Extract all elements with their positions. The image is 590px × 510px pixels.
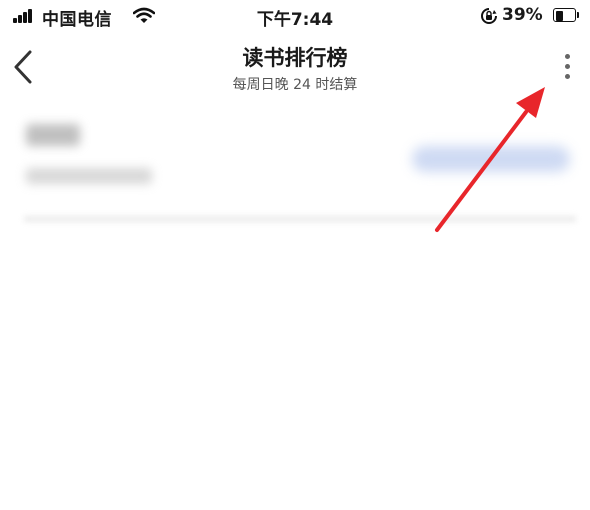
navigation-bar: 读书排行榜 每周日晚 24 时结算 xyxy=(0,34,590,104)
list-item[interactable] xyxy=(24,118,574,198)
blurred-item-subtitle xyxy=(26,168,152,184)
page-subtitle: 每周日晚 24 时结算 xyxy=(232,77,358,93)
more-button[interactable] xyxy=(556,50,580,84)
page-title: 读书排行榜 xyxy=(242,46,348,70)
more-vertical-icon xyxy=(565,54,570,59)
battery-level xyxy=(555,10,564,21)
battery-icon xyxy=(553,8,579,22)
rotation-lock-icon xyxy=(481,8,497,24)
status-bar: 中国电信 下午7:44 39% xyxy=(0,0,590,34)
battery-percentage: 39% xyxy=(502,5,543,25)
blurred-action-button[interactable] xyxy=(412,146,570,172)
blurred-item-title xyxy=(26,124,80,146)
ranking-content xyxy=(0,104,590,510)
divider xyxy=(24,216,576,222)
